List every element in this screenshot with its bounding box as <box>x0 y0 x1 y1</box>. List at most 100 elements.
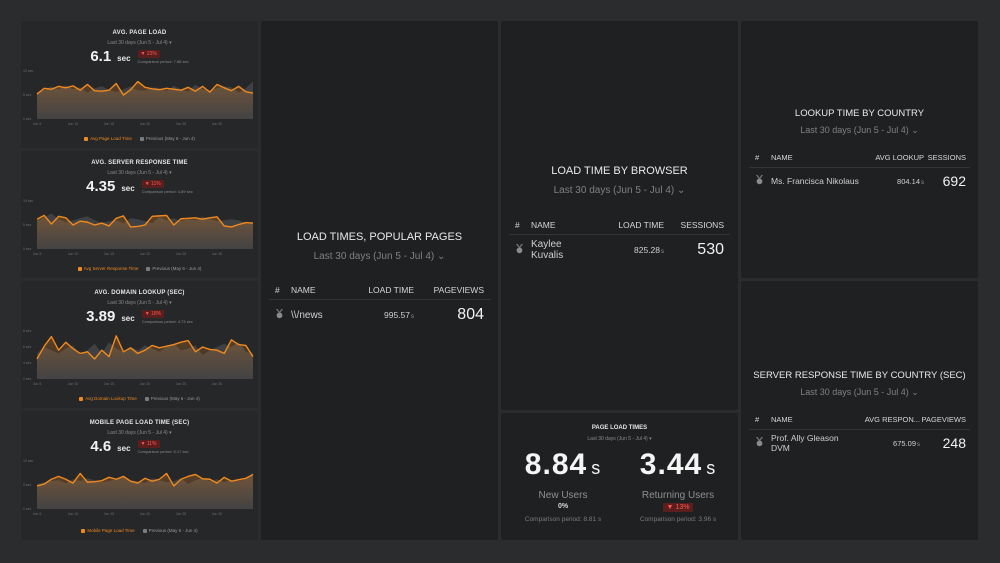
data-point[interactable] <box>194 473 196 475</box>
legend-previous[interactable]: Previous (May 6 - Jun 4) <box>146 266 201 271</box>
data-point[interactable] <box>230 339 232 341</box>
data-point[interactable] <box>223 225 225 227</box>
col-name[interactable]: NAME <box>523 220 594 230</box>
date-range-dropdown[interactable]: Last 30 days (Jun 5 - Jul 4) ▾ <box>21 170 258 176</box>
data-point[interactable] <box>72 347 74 349</box>
data-point[interactable] <box>43 483 45 485</box>
data-point[interactable] <box>201 218 203 220</box>
data-point[interactable] <box>187 339 189 341</box>
data-point[interactable] <box>237 85 239 87</box>
data-point[interactable] <box>43 345 45 347</box>
col-pageviews[interactable]: PAGEVIEWS <box>920 415 970 424</box>
legend-current[interactable]: Avg Server Response Time <box>77 266 138 271</box>
legend-previous[interactable]: Previous (May 6 - Jun 4) <box>142 528 198 533</box>
data-point[interactable] <box>223 87 225 89</box>
data-point[interactable] <box>151 480 153 482</box>
data-point[interactable] <box>194 90 196 92</box>
data-point[interactable] <box>57 215 59 217</box>
data-point[interactable] <box>209 91 211 93</box>
data-point[interactable] <box>173 485 175 487</box>
data-point[interactable] <box>165 87 167 89</box>
data-point[interactable] <box>72 224 74 226</box>
data-point[interactable] <box>187 86 189 88</box>
date-range-dropdown[interactable]: Last 30 days (Jun 5 - Jul 4) ⌄ <box>741 125 978 136</box>
data-point[interactable] <box>79 352 81 354</box>
data-point[interactable] <box>57 475 59 477</box>
data-point[interactable] <box>50 335 52 337</box>
col-avg-response[interactable]: AVG RESPON... <box>856 415 920 424</box>
data-point[interactable] <box>101 349 103 351</box>
data-point[interactable] <box>86 221 88 223</box>
col-name[interactable]: NAME <box>763 153 864 162</box>
data-point[interactable] <box>129 480 131 482</box>
data-point[interactable] <box>36 218 38 220</box>
data-point[interactable] <box>115 478 117 480</box>
data-point[interactable] <box>194 217 196 219</box>
table-row[interactable]: Prof. Ally Gleason DVM 675.09s 248 <box>749 430 970 456</box>
data-point[interactable] <box>122 94 124 96</box>
data-point[interactable] <box>137 225 139 227</box>
data-point[interactable] <box>86 351 88 353</box>
data-point[interactable] <box>93 89 95 91</box>
data-point[interactable] <box>122 475 124 477</box>
date-range-dropdown[interactable]: Last 30 days (Jun 5 - Jul 4) ⌄ <box>501 185 738 196</box>
data-point[interactable] <box>79 472 81 474</box>
data-point[interactable] <box>86 83 88 85</box>
data-point[interactable] <box>115 217 117 219</box>
data-point[interactable] <box>65 87 67 89</box>
data-point[interactable] <box>36 485 38 487</box>
data-point[interactable] <box>151 88 153 90</box>
data-point[interactable] <box>72 85 74 87</box>
data-point[interactable] <box>158 215 160 217</box>
data-point[interactable] <box>101 90 103 92</box>
data-point[interactable] <box>50 223 52 225</box>
table-row[interactable]: Ms. Francisca Nikolaus 804.14s 692 <box>749 168 970 194</box>
legend-current[interactable]: Avg Domain Lookup Time <box>79 396 137 401</box>
data-point[interactable] <box>180 341 182 343</box>
data-point[interactable] <box>144 477 146 479</box>
col-name[interactable]: NAME <box>763 415 856 424</box>
data-point[interactable] <box>173 343 175 345</box>
data-point[interactable] <box>209 348 211 350</box>
date-range-dropdown[interactable]: Last 30 days (Jun 5 - Jul 4) ▾ <box>21 430 258 436</box>
data-point[interactable] <box>252 92 254 94</box>
table-row[interactable]: Kaylee Kuvalis 825.28s 530 <box>509 235 730 265</box>
data-point[interactable] <box>165 345 167 347</box>
date-range-dropdown[interactable]: Last 30 days (Jun 5 - Jul 4) ⌄ <box>741 387 978 398</box>
col-load-time[interactable]: LOAD TIME <box>344 285 414 295</box>
data-point[interactable] <box>180 89 182 91</box>
legend-previous[interactable]: Previous (May 6 - Jun 4) <box>139 136 195 141</box>
data-point[interactable] <box>237 479 239 481</box>
data-point[interactable] <box>230 89 232 91</box>
data-point[interactable] <box>245 344 247 346</box>
data-point[interactable] <box>180 478 182 480</box>
data-point[interactable] <box>108 355 110 357</box>
data-point[interactable] <box>158 89 160 91</box>
data-point[interactable] <box>101 222 103 224</box>
data-point[interactable] <box>180 218 182 220</box>
data-point[interactable] <box>57 349 59 351</box>
data-point[interactable] <box>245 90 247 92</box>
data-point[interactable] <box>237 223 239 225</box>
col-avg-lookup[interactable]: AVG LOOKUP <box>864 153 924 162</box>
data-point[interactable] <box>209 478 211 480</box>
data-point[interactable] <box>36 358 38 360</box>
data-point[interactable] <box>108 89 110 91</box>
data-point[interactable] <box>65 341 67 343</box>
data-point[interactable] <box>158 478 160 480</box>
col-sessions[interactable]: SESSIONS <box>924 153 970 162</box>
data-point[interactable] <box>129 347 131 349</box>
data-point[interactable] <box>108 476 110 478</box>
data-point[interactable] <box>151 344 153 346</box>
data-point[interactable] <box>122 215 124 217</box>
data-point[interactable] <box>43 87 45 89</box>
data-point[interactable] <box>165 214 167 216</box>
data-point[interactable] <box>252 355 254 357</box>
date-range-dropdown[interactable]: Last 30 days (Jun 5 - Jul 4) ▾ <box>21 300 258 306</box>
data-point[interactable] <box>72 482 74 484</box>
data-point[interactable] <box>216 83 218 85</box>
data-point[interactable] <box>137 352 139 354</box>
data-point[interactable] <box>115 82 117 84</box>
data-point[interactable] <box>194 351 196 353</box>
data-point[interactable] <box>223 352 225 354</box>
